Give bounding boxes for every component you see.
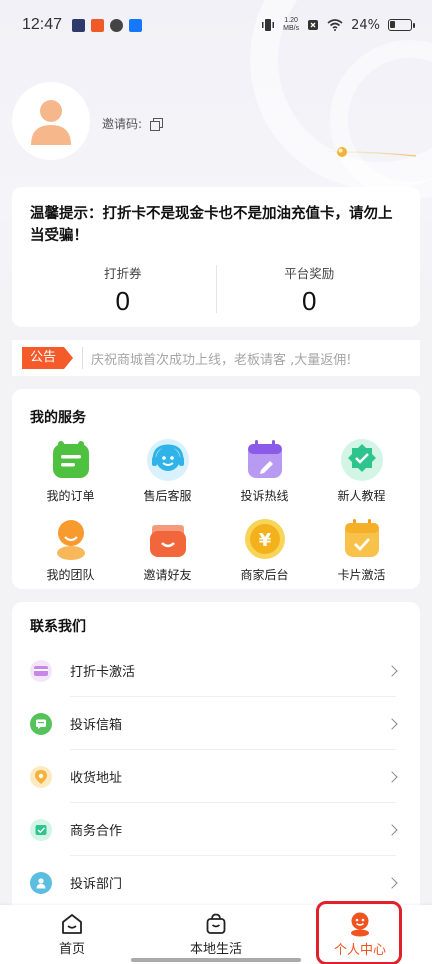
contact-item-complaint-department[interactable]: 投诉部门 — [12, 856, 420, 909]
stat-label: 平台奖励 — [284, 266, 335, 281]
service-label: 商家后台 — [240, 568, 289, 582]
stat-discount-coupons[interactable]: 打折券 0 — [30, 263, 216, 317]
customer-service-icon — [145, 437, 191, 483]
app-notification-icon — [110, 18, 124, 32]
alipay-notification-icon — [129, 18, 143, 32]
wifi-icon — [327, 19, 343, 31]
invite-code: 邀请码: — [102, 115, 164, 132]
invite-friends-icon — [145, 516, 191, 562]
divider — [82, 347, 84, 369]
tab-label: 个人中心 — [333, 943, 386, 958]
tab-personal-center[interactable]: 个人中心 — [288, 905, 432, 964]
chevron-right-icon — [386, 823, 398, 836]
battery-fill — [390, 21, 395, 28]
contact-item-label: 投诉信箱 — [70, 718, 123, 733]
stat-platform-rewards[interactable]: 平台奖励 0 — [217, 263, 403, 317]
cooperation-icon — [30, 818, 52, 841]
contact-item-complaint-mailbox[interactable]: 投诉信箱 — [12, 697, 420, 750]
notice-card: 温馨提示：打折卡不是现金卡也不是加油充值卡，请勿上当受骗！ 打折券 0 平台奖励… — [12, 187, 420, 327]
service-tutorial[interactable]: 新人教程 — [313, 437, 410, 504]
team-icon — [48, 516, 94, 562]
network-speed-unit: MB/s — [283, 25, 300, 32]
tab-label: 首页 — [58, 942, 85, 957]
app-notification-icon — [72, 18, 86, 32]
contact-list: 打折卡激活 投诉信箱 收货地址 商务合作 投诉部门 — [12, 644, 420, 909]
contact-item-label: 打折卡激活 — [70, 665, 136, 680]
battery-icon — [388, 19, 415, 31]
service-invite-friends[interactable]: 邀请好友 — [119, 516, 216, 583]
announcement-text: 庆祝商城首次成功上线，老板请客 ,大量返佣! — [91, 352, 352, 368]
contact-us-card: 联系我们 打折卡激活 投诉信箱 收货地址 商务合作 投诉部门 — [12, 602, 420, 912]
avatar[interactable] — [12, 82, 90, 160]
order-icon — [48, 437, 94, 483]
contact-item-label: 收货地址 — [70, 771, 123, 786]
chevron-right-icon — [386, 664, 398, 677]
services-grid: 我的订单 售后客服 投诉热线 新人教程 我的团队 邀请好友 ¥ 商家后台 卡片激… — [12, 437, 420, 583]
chevron-right-icon — [386, 717, 398, 730]
status-time: 12:47 — [22, 16, 63, 33]
profile-icon — [351, 912, 369, 937]
tutorial-icon — [339, 437, 385, 483]
mailbox-icon — [30, 712, 52, 735]
stat-label: 打折券 — [103, 266, 142, 281]
contact-item-label: 商务合作 — [70, 824, 123, 839]
announcement-bar[interactable]: 公告 庆祝商城首次成功上线，老板请客 ,大量返佣! — [12, 340, 420, 376]
service-label: 我的订单 — [46, 489, 95, 503]
app-notification-icon — [91, 18, 105, 32]
contact-item-label: 投诉部门 — [70, 877, 123, 892]
announcement-tag: 公告 — [22, 347, 74, 369]
invite-code-label: 邀请码: — [102, 117, 143, 131]
chevron-right-icon — [386, 770, 398, 783]
service-label: 投诉热线 — [240, 489, 289, 503]
home-indicator[interactable] — [131, 958, 301, 962]
service-label: 新人教程 — [337, 489, 386, 503]
section-title: 我的服务 — [30, 410, 86, 426]
service-card-activation[interactable]: 卡片激活 — [313, 516, 410, 583]
service-merchant-backend[interactable]: ¥ 商家后台 — [216, 516, 313, 583]
my-services-card: 我的服务 我的订单 售后客服 投诉热线 新人教程 我的团队 邀请好友 ¥ 商家后… — [12, 389, 420, 589]
battery-percent: 24% — [351, 17, 380, 33]
merchant-icon: ¥ — [242, 516, 288, 562]
hotline-icon — [242, 437, 288, 483]
status-bar: 12:47 1.20 MB/s 24% — [0, 0, 432, 50]
service-after-sales[interactable]: 售后客服 — [119, 437, 216, 504]
chevron-right-icon — [386, 876, 398, 889]
service-my-orders[interactable]: 我的订单 — [22, 437, 119, 504]
service-label: 邀请好友 — [143, 568, 192, 582]
vibrate-icon — [262, 19, 275, 31]
contact-item-card-activation[interactable]: 打折卡激活 — [12, 644, 420, 697]
section-title: 联系我们 — [30, 619, 86, 635]
service-label: 售后客服 — [143, 489, 192, 503]
home-icon — [62, 914, 82, 934]
no-sim-icon — [308, 20, 319, 30]
avatar-placeholder-icon — [31, 100, 71, 145]
card-activate-icon — [339, 516, 385, 562]
department-icon — [30, 871, 52, 894]
stats-row: 打折券 0 平台奖励 0 — [30, 263, 402, 317]
warning-notice: 温馨提示：打折卡不是现金卡也不是加油充值卡，请勿上当受骗！ — [30, 206, 393, 244]
card-icon — [30, 659, 52, 682]
service-label: 我的团队 — [46, 568, 95, 582]
comet-decoration — [318, 147, 417, 157]
tab-home[interactable]: 首页 — [0, 905, 144, 964]
location-icon — [30, 765, 52, 788]
contact-item-shipping-address[interactable]: 收货地址 — [12, 750, 420, 803]
bottom-tab-bar: 首页 本地生活 个人中心 — [0, 905, 432, 964]
contact-item-business-cooperation[interactable]: 商务合作 — [12, 803, 420, 856]
tab-local-life[interactable]: 本地生活 — [144, 905, 288, 964]
shopping-bag-icon — [206, 913, 226, 934]
service-hotline[interactable]: 投诉热线 — [216, 437, 313, 504]
service-label: 卡片激活 — [337, 568, 386, 582]
copy-icon[interactable] — [150, 117, 164, 131]
stat-value: 0 — [115, 286, 130, 316]
network-speed-value: 1.20 — [284, 17, 298, 24]
service-my-team[interactable]: 我的团队 — [22, 516, 119, 583]
profile-header: 邀请码: — [12, 82, 164, 160]
svg-text:¥: ¥ — [258, 530, 271, 551]
network-speed: 1.20 MB/s — [283, 17, 299, 33]
tab-label: 本地生活 — [189, 942, 242, 957]
stat-value: 0 — [302, 286, 317, 316]
